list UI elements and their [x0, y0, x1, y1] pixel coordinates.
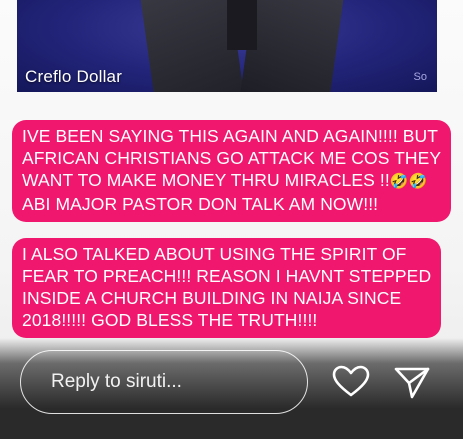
story-text-block-2: I ALSO TALKED ABOUT USING THE SPIRIT OF …	[12, 238, 442, 338]
story-video[interactable]: Creflo Dollar So	[17, 0, 437, 92]
story-text-line: AFRICAN CHRISTIANS GO ATTACK ME COS THEY	[22, 148, 442, 168]
reply-placeholder: Reply to siruti...	[51, 371, 182, 392]
rofl-emoji: 🤣	[389, 173, 409, 190]
like-button[interactable]	[331, 364, 371, 400]
video-caption: Creflo Dollar	[25, 67, 123, 86]
story-text-line: 2018!!!!! GOD BLESS THE TRUTH!!!!	[22, 310, 318, 330]
speaker-figure	[139, 0, 345, 92]
video-watermark: So	[413, 71, 427, 83]
story-text-line: IVE BEEN SAYING THIS AGAIN AND AGAIN!!!!…	[22, 126, 439, 146]
story-text-line: WANT TO MAKE MONEY THRU MIRACLES !!🤣🤣	[22, 170, 428, 190]
story-text-line: FEAR TO PREACH!!! REASON I HAVNT STEPPED	[22, 266, 432, 286]
heart-icon	[332, 365, 370, 397]
story-text-block-1: IVE BEEN SAYING THIS AGAIN AND AGAIN!!!!…	[12, 120, 452, 222]
story-text-line: INSIDE A CHURCH BUILDING IN NAIJA SINCE	[22, 288, 402, 308]
story-text-line: ABI MAJOR PASTOR DON TALK AM NOW!!!	[22, 194, 379, 214]
send-button[interactable]	[392, 364, 432, 400]
rofl-emoji: 🤣	[408, 173, 428, 190]
reply-input[interactable]: Reply to siruti...	[20, 350, 308, 414]
story-text-line: I ALSO TALKED ABOUT USING THE SPIRIT OF	[22, 244, 407, 264]
send-icon	[394, 367, 430, 399]
